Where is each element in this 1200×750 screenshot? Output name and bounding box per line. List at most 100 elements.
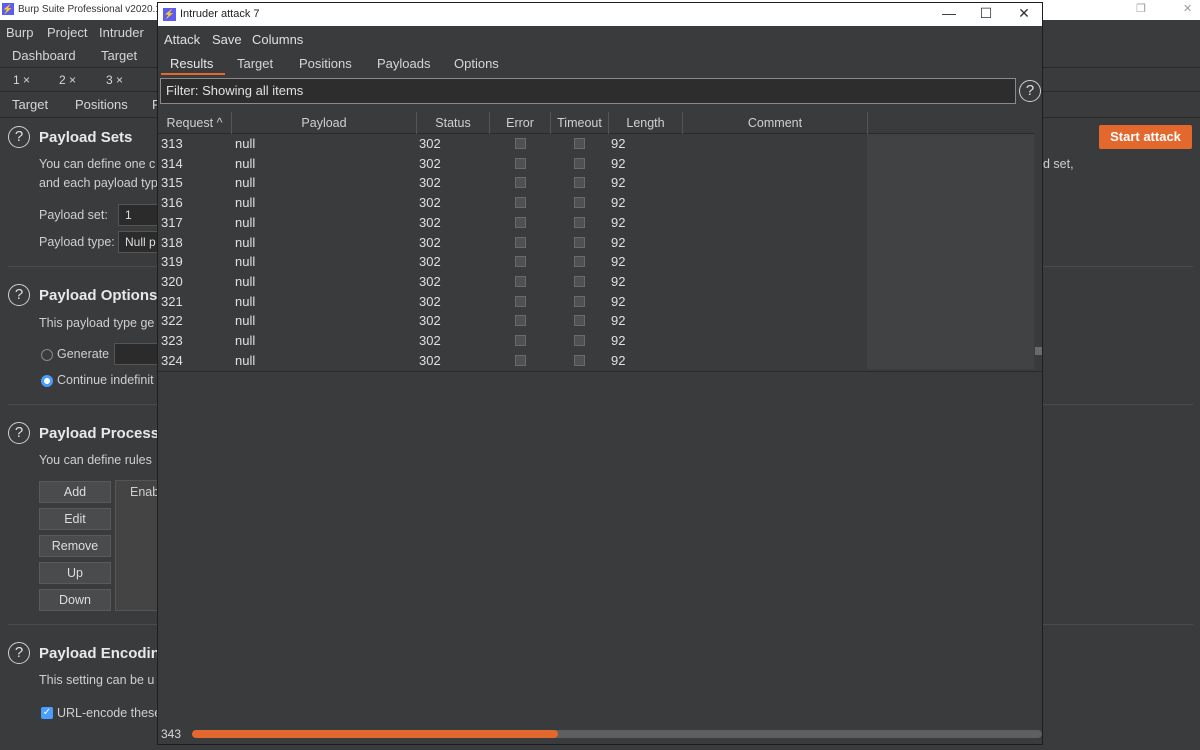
up-rule-button[interactable]: Up	[39, 562, 111, 584]
intruder-tab-2[interactable]: 2 ×	[59, 73, 76, 87]
column-request[interactable]: Request ^	[158, 116, 231, 134]
timeout-checkbox	[574, 197, 585, 209]
tab-results[interactable]: Results	[170, 56, 213, 71]
attack-menubar: Attack Save Columns	[158, 26, 1042, 50]
table-row[interactable]: 316 null 302 92	[158, 193, 866, 213]
filter-help-icon[interactable]: ?	[1019, 80, 1041, 102]
table-row[interactable]: 315 null 302 92	[158, 173, 866, 193]
payload-type-select[interactable]: Null p	[118, 231, 158, 253]
menu-save[interactable]: Save	[212, 32, 242, 47]
down-rule-button[interactable]: Down	[39, 589, 111, 611]
intruder-attack-window: ⚡ Intruder attack 7 — ☐ ✕ Attack Save Co…	[157, 2, 1043, 745]
cell-payload: null	[235, 333, 256, 348]
cell-status: 302	[419, 195, 441, 211]
remove-rule-button[interactable]: Remove	[39, 535, 111, 557]
cell-payload: null	[235, 136, 256, 151]
menu-intruder[interactable]: Intruder	[99, 25, 144, 40]
start-attack-button[interactable]: Start attack	[1099, 125, 1192, 149]
help-icon[interactable]: ?	[8, 422, 30, 444]
close-main-icon[interactable]: ✕	[1183, 2, 1192, 15]
generate-label: Generate	[57, 347, 110, 361]
error-checkbox	[515, 275, 526, 287]
tab-options[interactable]: Options	[454, 56, 499, 71]
table-row[interactable]: 323 null 302 92	[158, 331, 866, 351]
cell-length: 92	[611, 175, 626, 191]
edit-rule-button[interactable]: Edit	[39, 508, 111, 530]
scrollbar-thumb[interactable]	[1035, 347, 1042, 355]
table-row[interactable]: 317 null 302 92	[158, 213, 866, 233]
column-length[interactable]: Length	[609, 116, 682, 134]
cell-request: 313	[161, 136, 183, 151]
table-row[interactable]: 322 null 302 92	[158, 311, 866, 331]
attack-progress-bar	[192, 730, 1042, 738]
filter-bar[interactable]: Filter: Showing all items	[160, 78, 1016, 104]
help-icon[interactable]: ?	[8, 284, 30, 306]
cell-length: 92	[611, 352, 626, 368]
subtab-target[interactable]: Target	[12, 97, 48, 112]
menu-project[interactable]: Project	[47, 25, 87, 40]
cell-payload: null	[235, 313, 256, 329]
results-scrollbar[interactable]	[1034, 112, 1042, 369]
maximize-icon[interactable]: ☐	[976, 5, 996, 22]
help-icon[interactable]: ?	[8, 642, 30, 664]
table-blank-area	[867, 134, 1034, 369]
attack-tabs: Results Target Positions Payloads Option…	[158, 50, 1042, 76]
generate-count-input[interactable]	[114, 343, 158, 365]
error-checkbox	[515, 354, 526, 366]
generate-radio[interactable]	[41, 349, 53, 361]
column-comment[interactable]: Comment	[683, 116, 867, 134]
subtab-positions[interactable]: Positions	[75, 97, 128, 112]
menu-burp[interactable]: Burp	[6, 25, 33, 40]
tab-payloads[interactable]: Payloads	[377, 56, 430, 71]
table-row[interactable]: 321 null 302 92	[158, 292, 866, 312]
tab-positions[interactable]: Positions	[299, 56, 352, 71]
payload-sets-title: Payload Sets	[39, 129, 133, 146]
table-row[interactable]: 318 null 302 92	[158, 233, 866, 253]
help-icon[interactable]: ?	[8, 126, 30, 148]
payload-set-label: Payload set:	[39, 208, 108, 222]
table-row[interactable]: 324 null 302 92	[158, 351, 866, 369]
payload-set-select[interactable]: 1	[118, 204, 158, 226]
continue-radio[interactable]	[41, 375, 53, 387]
cell-request: 319	[161, 254, 183, 270]
cell-status: 302	[419, 333, 441, 348]
restore-icon[interactable]: ❐	[1136, 2, 1146, 15]
payload-options-title: Payload Options	[39, 287, 158, 304]
cell-length: 92	[611, 155, 626, 171]
menu-columns[interactable]: Columns	[252, 32, 303, 47]
table-row[interactable]: 320 null 302 92	[158, 272, 866, 292]
table-row[interactable]: 319 null 302 92	[158, 252, 866, 272]
tab-dashboard[interactable]: Dashboard	[12, 48, 76, 63]
cell-status: 302	[419, 313, 441, 329]
intruder-tab-3[interactable]: 3 ×	[106, 73, 123, 87]
table-row[interactable]: 313 null 302 92	[158, 134, 866, 154]
menu-attack[interactable]: Attack	[164, 32, 200, 47]
error-checkbox	[515, 236, 526, 248]
attack-window-title: Intruder attack 7	[180, 8, 260, 20]
cell-payload: null	[235, 195, 256, 211]
close-icon[interactable]: ✕	[1014, 5, 1034, 22]
tab-target[interactable]: Target	[101, 48, 137, 63]
url-encode-checkbox[interactable]: ✓	[41, 707, 53, 719]
cell-length: 92	[611, 214, 626, 230]
minimize-icon[interactable]: —	[939, 5, 959, 21]
column-payload[interactable]: Payload	[232, 116, 416, 134]
column-status[interactable]: Status	[417, 116, 489, 134]
cell-length: 92	[611, 195, 626, 211]
cell-length: 92	[611, 313, 626, 329]
table-row[interactable]: 314 null 302 92	[158, 154, 866, 174]
processing-rules-table[interactable]: Enab	[115, 480, 160, 611]
tab-target[interactable]: Target	[237, 56, 273, 71]
payload-sets-desc-2: and each payload typ	[39, 176, 158, 190]
error-checkbox	[515, 216, 526, 228]
column-timeout[interactable]: Timeout	[551, 116, 608, 134]
enabled-column-header: Enab	[130, 485, 160, 499]
error-checkbox	[515, 256, 526, 268]
cell-status: 302	[419, 273, 441, 289]
add-rule-button[interactable]: Add	[39, 481, 111, 503]
cell-payload: null	[235, 293, 256, 309]
cell-status: 302	[419, 254, 441, 270]
error-checkbox	[515, 138, 526, 149]
intruder-tab-1[interactable]: 1 ×	[13, 73, 30, 87]
column-error[interactable]: Error	[490, 116, 550, 134]
